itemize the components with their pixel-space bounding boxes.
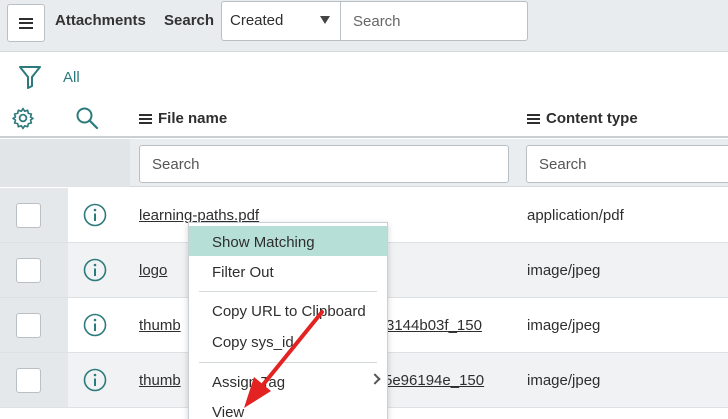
search-icon[interactable] (75, 106, 99, 130)
row-checkbox[interactable] (16, 313, 41, 338)
content-type-search-input[interactable] (526, 145, 728, 183)
content-type-cell: image/jpeg (527, 372, 601, 389)
file-name-link-suffix[interactable]: 5e96194e_150 (384, 372, 484, 389)
hamburger-icon (19, 17, 33, 29)
file-name-search-input[interactable] (139, 145, 509, 183)
column-menu-icon[interactable] (139, 113, 152, 124)
column-header-label: File name (158, 110, 228, 127)
filter-icon[interactable] (19, 64, 41, 90)
info-icon[interactable] (83, 258, 107, 282)
header-bar: Attachments Search Created (0, 0, 728, 52)
header-search-input[interactable] (340, 1, 528, 41)
menu-separator (199, 362, 377, 363)
file-name-link[interactable]: logo (139, 262, 167, 279)
row-checkbox[interactable] (16, 258, 41, 283)
menu-separator (199, 291, 377, 292)
column-header-content-type[interactable]: Content type (527, 110, 638, 127)
page-title: Attachments (55, 12, 146, 29)
context-menu: Show Matching Filter Out Copy URL to Cli… (188, 222, 388, 419)
menu-item-filter-out[interactable]: Filter Out (189, 256, 387, 286)
menu-item-copy-url[interactable]: Copy URL to Clipboard (189, 295, 387, 325)
row-checkbox[interactable] (16, 203, 41, 228)
menu-item-assign-tag[interactable]: Assign Tag (189, 366, 387, 396)
info-icon[interactable] (83, 368, 107, 392)
info-icon[interactable] (83, 203, 107, 227)
column-menu-icon[interactable] (527, 113, 540, 124)
info-icon[interactable] (83, 313, 107, 337)
menu-item-view[interactable]: View (189, 396, 387, 419)
search-row-spacer (0, 139, 130, 187)
gear-icon[interactable] (11, 106, 35, 130)
file-name-link-suffix[interactable]: 3144b03f_150 (386, 317, 482, 334)
menu-item-label: Assign Tag (212, 374, 286, 391)
column-search-row (0, 139, 728, 187)
row-checkbox[interactable] (16, 368, 41, 393)
chevron-down-icon (320, 16, 330, 24)
content-type-cell: image/jpeg (527, 262, 601, 279)
search-field-select-value: Created (230, 12, 284, 29)
content-type-cell: image/jpeg (527, 317, 601, 334)
content-type-cell: application/pdf (527, 207, 624, 224)
column-header-file-name[interactable]: File name (139, 110, 227, 127)
search-field-select[interactable]: Created (221, 1, 341, 41)
menu-button[interactable] (7, 4, 45, 42)
menu-item-show-matching[interactable]: Show Matching (189, 226, 387, 256)
chevron-right-icon (369, 373, 381, 385)
search-label: Search (164, 12, 215, 29)
filter-breadcrumb-all[interactable]: All (63, 69, 80, 86)
menu-item-copy-sys-id[interactable]: Copy sys_id (189, 326, 387, 356)
file-name-link[interactable]: thumb (139, 317, 181, 334)
column-header-label: Content type (546, 110, 638, 127)
file-name-link[interactable]: thumb (139, 372, 181, 389)
